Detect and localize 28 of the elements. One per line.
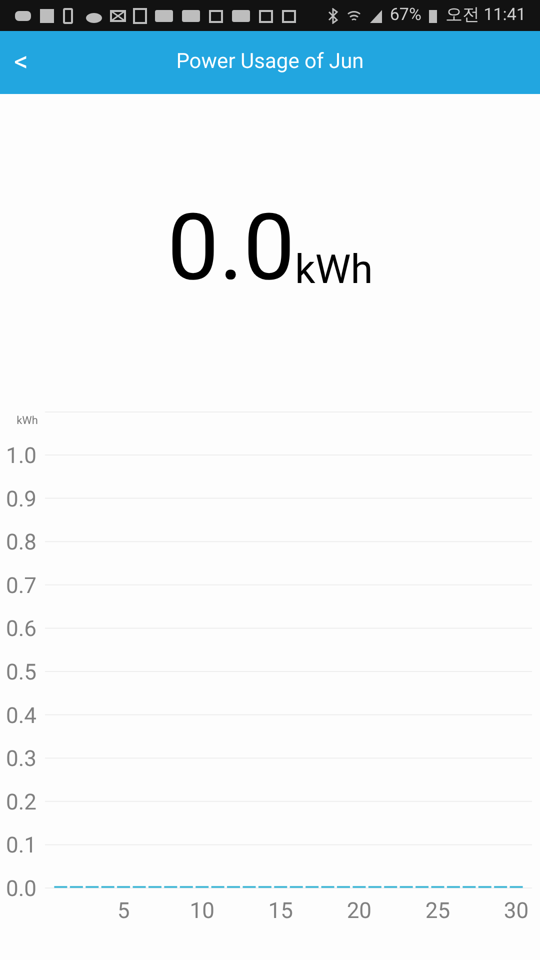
- y-axis-label: 0.2: [6, 790, 37, 816]
- y-axis-label: 1.0: [6, 444, 37, 469]
- battery-percent: 67%: [390, 4, 422, 27]
- y-axis-label: 0.6: [6, 617, 37, 642]
- y-axis-label: 0.3: [6, 747, 37, 772]
- axis-unit-label: kWh: [16, 414, 38, 427]
- battery-icon: [428, 8, 438, 24]
- mail-icon: [110, 8, 126, 24]
- usage-value: 0.0: [167, 203, 295, 295]
- y-axis-label: 0.8: [6, 530, 37, 556]
- y-axis-label: 0.9: [6, 487, 37, 512]
- x-axis-label: 30: [504, 899, 529, 924]
- y-axis-label: 0.4: [6, 704, 37, 729]
- usage-unit: kWh: [294, 245, 373, 295]
- y-axis-label: 0.1: [6, 834, 37, 859]
- bluetooth-icon: [326, 8, 339, 24]
- y-axis-label: 0.7: [6, 574, 37, 599]
- x-axis-label: 20: [346, 899, 372, 924]
- x-axis-label: 10: [190, 899, 214, 924]
- x-axis-label: 25: [425, 899, 450, 924]
- back-button[interactable]: <: [12, 47, 30, 77]
- y-axis-label: 0.5: [6, 660, 37, 686]
- clock: 오전 11:41: [445, 4, 526, 27]
- x-axis-label: 5: [117, 899, 130, 924]
- y-axis-label: 0.0: [6, 877, 37, 902]
- screen-title: Power Usage of Jun: [176, 48, 364, 76]
- x-axis-label: 15: [268, 899, 293, 924]
- signal-icon: [368, 8, 383, 24]
